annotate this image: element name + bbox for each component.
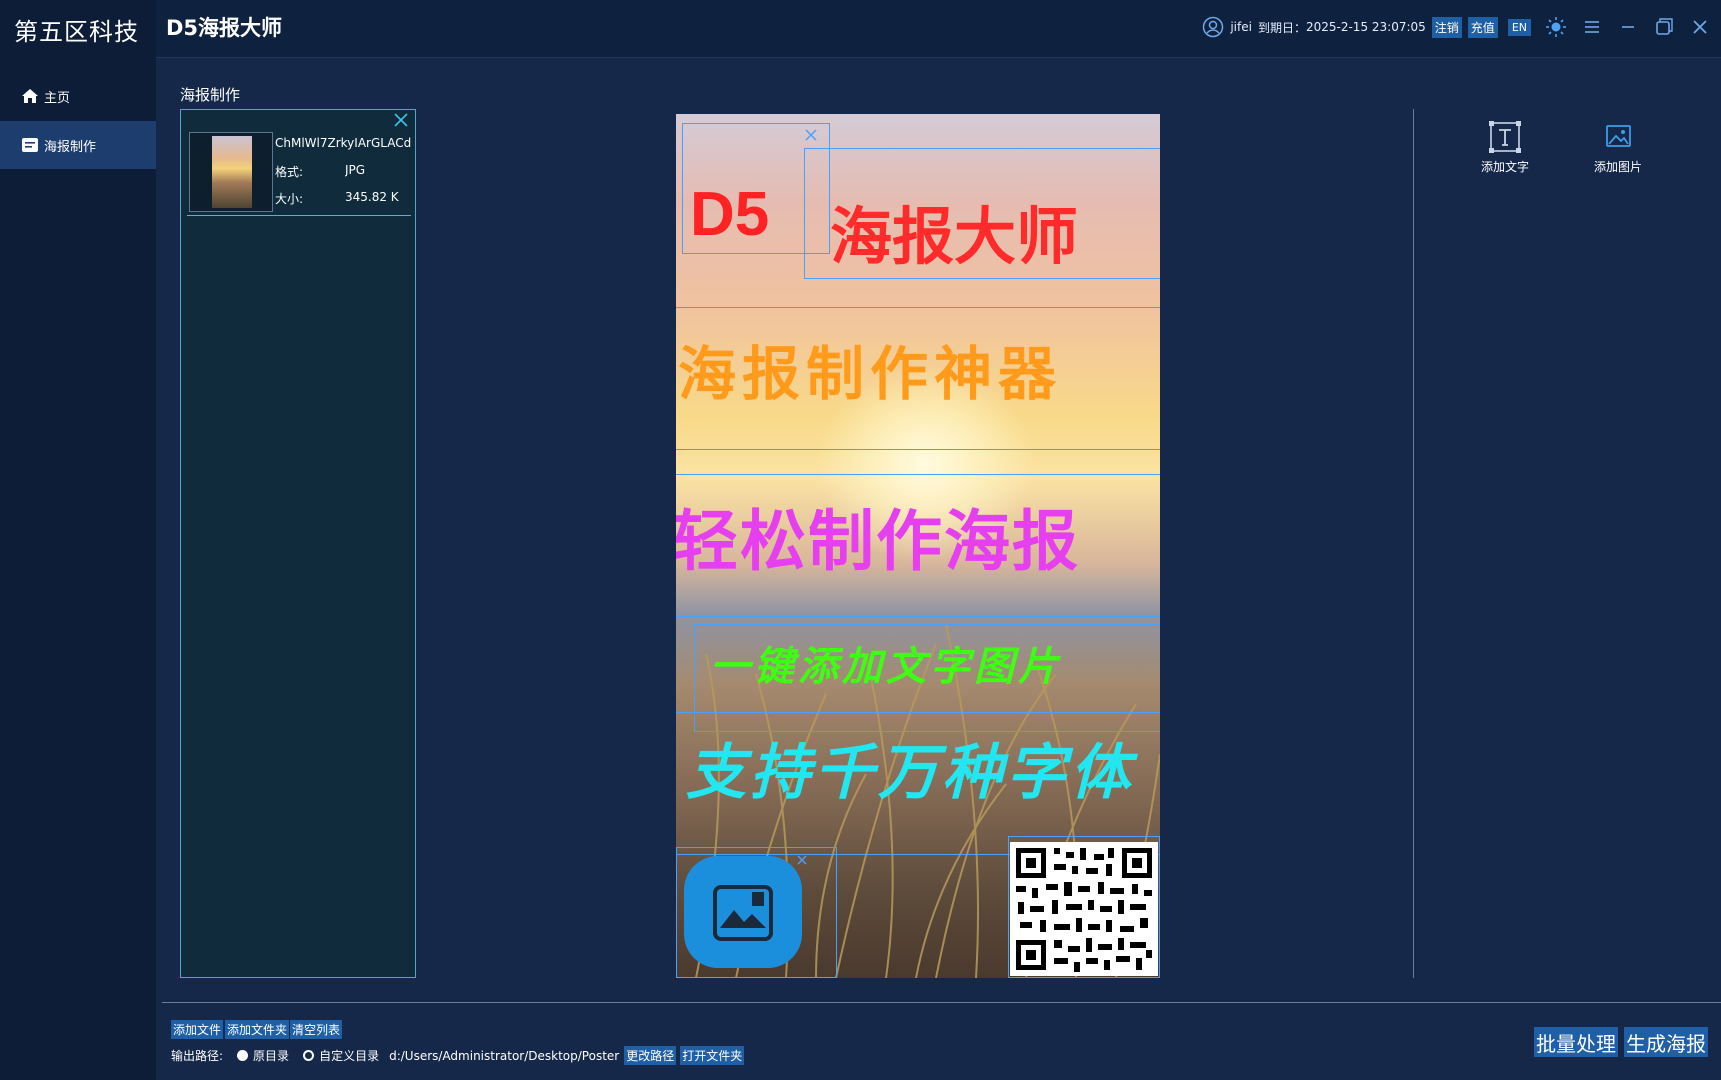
size-label: 大小: <box>275 192 304 206</box>
poster-text-oneclick[interactable]: 一键添加文字图片 <box>710 634 1062 692</box>
output-path-label: 输出路径: <box>171 1049 224 1063</box>
username: jifei <box>1230 20 1252 34</box>
clear-list-button[interactable]: 清空列表 <box>290 1020 343 1039</box>
sidebar-item-label: 主页 <box>44 90 71 106</box>
file-format: JPG <box>345 163 366 177</box>
qr-code-image[interactable] <box>1010 842 1158 976</box>
menu-icon[interactable] <box>1581 16 1603 38</box>
expiry-label: 到期日： <box>1257 20 1306 35</box>
batch-process-button[interactable]: 批量处理 <box>1534 1027 1618 1057</box>
close-icon[interactable] <box>1689 16 1711 38</box>
brightness-icon[interactable] <box>1545 16 1567 38</box>
add-text-label: 添加文字 <box>1480 160 1529 174</box>
expiry-date: 2025-2-15 23:07:05 <box>1305 20 1426 34</box>
add-file-button[interactable]: 添加文件 <box>171 1020 224 1039</box>
radio-original-dir[interactable] <box>237 1050 249 1061</box>
file-thumbnail <box>189 132 273 212</box>
recharge-button[interactable]: 充值 <box>1467 16 1498 38</box>
minimize-icon[interactable] <box>1617 16 1639 38</box>
output-path-value: d:/Users/Administrator/Desktop/Poster <box>389 1048 620 1063</box>
top-right-controls: jifei 到期日： 2025-2-15 23:07:05 注销 充值 EN <box>1202 14 1711 40</box>
custom-dir-label: 自定义目录 <box>319 1049 380 1063</box>
open-folder-button[interactable]: 打开文件夹 <box>680 1046 745 1065</box>
add-folder-button[interactable]: 添加文件夹 <box>225 1020 290 1039</box>
add-text-icon <box>1489 121 1521 153</box>
poster-text-title[interactable]: 海报大师 <box>830 186 1078 276</box>
add-image-icon <box>1606 125 1631 147</box>
original-dir-label: 原目录 <box>253 1049 290 1063</box>
add-text-tool[interactable]: 添加文字 <box>1465 120 1545 175</box>
add-image-tool[interactable]: 添加图片 <box>1578 120 1658 175</box>
divider <box>676 712 1160 713</box>
user-icon <box>1203 16 1224 38</box>
home-icon <box>22 89 38 103</box>
divider <box>676 616 1160 617</box>
restore-icon[interactable] <box>1653 16 1675 38</box>
add-image-label: 添加图片 <box>1593 160 1642 174</box>
poster-text-subtitle[interactable]: 海报制作神器 <box>678 327 1062 411</box>
top-bar: D5海报大师 jifei 到期日： 2025-2-15 23:07:05 注销 … <box>156 0 1721 58</box>
thumbnail-image <box>212 136 252 208</box>
image-icon <box>713 885 773 941</box>
remove-element-icon[interactable] <box>796 854 808 866</box>
brand-name: 第五区科技 <box>14 18 139 46</box>
change-path-button[interactable]: 更改路径 <box>624 1046 677 1065</box>
output-path-row: 输出路径: 原目录 自定义目录 d:/Users/Administrator/D… <box>171 1046 745 1065</box>
app-title: D5海报大师 <box>166 16 283 40</box>
bottom-divider <box>162 1002 1721 1003</box>
divider <box>676 449 1160 450</box>
radio-custom-dir[interactable] <box>303 1050 315 1061</box>
file-size: 345.82 K <box>345 190 399 204</box>
divider <box>676 307 1160 308</box>
poster-text-easy[interactable]: 轻松制作海报 <box>676 488 1080 584</box>
sidebar-item-poster[interactable]: 海报制作 <box>0 121 156 169</box>
list-item[interactable]: ChMlWl7ZrkyIArGLACd( 格式: JPG 大小: 345.82 … <box>187 132 411 216</box>
section-title: 海报制作 <box>180 86 241 104</box>
image-placeholder-logo[interactable] <box>684 856 802 968</box>
format-label: 格式: <box>275 165 304 179</box>
sidebar-item-home[interactable]: 主页 <box>0 72 156 120</box>
file-list-panel: ChMlWl7ZrkyIArGLACd( 格式: JPG 大小: 345.82 … <box>180 109 416 978</box>
poster-icon <box>22 138 38 152</box>
generate-poster-button[interactable]: 生成海报 <box>1624 1027 1708 1057</box>
poster-canvas[interactable]: D5 海报大师 海报制作神器 轻松制作海报 一键添加文字图片 支持千万种字体 <box>676 114 1160 978</box>
canvas-divider <box>1413 109 1414 978</box>
remove-element-icon[interactable] <box>804 128 818 142</box>
poster-text-fonts[interactable]: 支持千万种字体 <box>686 724 1134 811</box>
sidebar: 第五区科技 主页 海报制作 <box>0 0 156 1080</box>
remove-file-icon[interactable] <box>393 112 409 128</box>
file-name: ChMlWl7ZrkyIArGLACd( <box>275 136 411 150</box>
language-button[interactable]: EN <box>1507 18 1531 36</box>
divider <box>676 474 1160 475</box>
sidebar-item-label: 海报制作 <box>44 139 97 155</box>
logout-button[interactable]: 注销 <box>1431 16 1462 38</box>
poster-text-d5[interactable]: D5 <box>690 179 769 250</box>
